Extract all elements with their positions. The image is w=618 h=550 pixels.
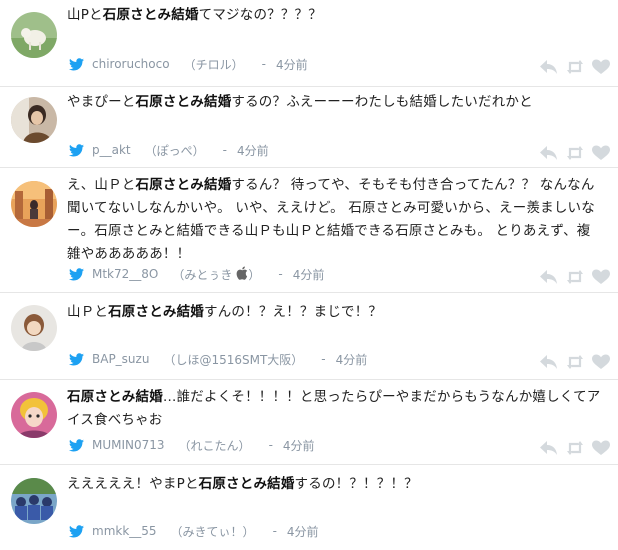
- tweet-text: やまぴーと石原さとみ結婚するの？ふえーーーわたしも結婚したいだれかと: [67, 94, 533, 110]
- meta-separator: -: [278, 267, 283, 281]
- tweet-item: 石原さとみ結婚…誰だよくそ！！！！と思ったらぴーやまだからもうなんか嬉しくてアイ…: [0, 380, 618, 465]
- tweet-text: 石原さとみ結婚…誰だよくそ！！！！と思ったらぴーやまだからもうなんか嬉しくてアイ…: [67, 389, 601, 428]
- highlight-keyword: 石原さとみ結婚: [198, 476, 295, 492]
- user-handle-link[interactable]: chiroruchoco: [92, 57, 170, 71]
- apple-icon: [237, 266, 248, 280]
- reply-icon[interactable]: [540, 354, 558, 370]
- timestamp-link[interactable]: 4分前: [287, 523, 319, 540]
- display-name: （みきてぃ！）: [170, 524, 255, 539]
- tweet-meta: p__akt （ぽっぺ） - 4分前: [67, 141, 269, 159]
- tweet-item: え、山Ｐと石原さとみ結婚するん？ 待ってや、そもそも付き合ってたん？？ なんなん…: [0, 168, 618, 293]
- display-name: （しほ@1516SMT大阪）: [163, 352, 304, 367]
- tweet-text: 山Ｐと石原さとみ結婚すんの！？え！？まじで！？: [67, 304, 383, 320]
- avatar[interactable]: [11, 97, 57, 143]
- highlight-keyword: 石原さとみ結婚: [67, 389, 163, 405]
- timestamp-link[interactable]: 4分前: [283, 437, 315, 454]
- retweet-icon[interactable]: [566, 354, 584, 370]
- highlight-keyword: 石原さとみ結婚: [102, 7, 199, 23]
- user-handle-link[interactable]: MUMIN0713: [92, 438, 165, 452]
- avatar[interactable]: [11, 478, 57, 524]
- tweet-item: 山Ｐと石原さとみ結婚すんの！？え！？まじで！？ BAP_suzu （しほ@151…: [0, 293, 618, 380]
- meta-separator: -: [272, 524, 277, 538]
- tweet-actions: [540, 353, 610, 371]
- meta-separator: -: [222, 143, 227, 157]
- heart-icon[interactable]: [592, 354, 610, 370]
- avatar[interactable]: [11, 392, 57, 438]
- avatar[interactable]: [11, 305, 57, 351]
- meta-separator: -: [268, 438, 273, 452]
- tweet-item: やまぴーと石原さとみ結婚するの？ふえーーーわたしも結婚したいだれかと p__ak…: [0, 87, 618, 168]
- display-name: （みとぅき）: [172, 266, 261, 282]
- tweet-actions: [540, 144, 610, 162]
- highlight-keyword: 石原さとみ結婚: [135, 177, 232, 193]
- twitter-bird-icon: [69, 438, 84, 451]
- display-name: （ぽっぺ）: [144, 143, 205, 158]
- tweet-meta: MUMIN0713 （れこたん） - 4分前: [67, 436, 315, 454]
- heart-icon[interactable]: [592, 269, 610, 285]
- reply-icon[interactable]: [540, 59, 558, 75]
- reply-icon[interactable]: [540, 145, 558, 161]
- user-handle-link[interactable]: Mtk72__8O: [92, 267, 158, 281]
- tweet-item: えええええ！やまPと石原さとみ結婚するの！？！？！？ mmkk__55 （みきて…: [0, 465, 618, 550]
- retweet-icon[interactable]: [566, 440, 584, 456]
- tweet-item: 山Pと石原さとみ結婚てマジなの？？？？ chiroruchoco （チロル） -…: [0, 0, 618, 87]
- avatar[interactable]: [11, 181, 57, 227]
- avatar[interactable]: [11, 12, 57, 58]
- tweet-text: えええええ！やまPと石原さとみ結婚するの！？！？！？: [67, 476, 418, 492]
- twitter-bird-icon: [69, 352, 84, 365]
- user-handle-link[interactable]: mmkk__55: [92, 524, 157, 538]
- twitter-bird-icon: [69, 524, 84, 537]
- tweet-actions: [540, 439, 610, 457]
- reply-icon[interactable]: [540, 440, 558, 456]
- tweet-actions: [540, 268, 610, 286]
- user-handle-link[interactable]: p__akt: [92, 143, 131, 157]
- retweet-icon[interactable]: [566, 145, 584, 161]
- meta-separator: -: [261, 57, 266, 71]
- tweet-text: 山Pと石原さとみ結婚てマジなの？？？？: [67, 7, 322, 23]
- twitter-bird-icon: [69, 57, 84, 70]
- tweet-actions: [540, 58, 610, 76]
- twitter-bird-icon: [69, 267, 84, 280]
- heart-icon[interactable]: [592, 59, 610, 75]
- highlight-keyword: 石原さとみ結婚: [108, 304, 205, 320]
- display-name: （チロル）: [183, 57, 244, 72]
- heart-icon[interactable]: [592, 440, 610, 456]
- tweet-meta: chiroruchoco （チロル） - 4分前: [67, 55, 308, 73]
- display-name: （れこたん）: [178, 438, 251, 453]
- timestamp-link[interactable]: 4分前: [276, 56, 308, 73]
- heart-icon[interactable]: [592, 145, 610, 161]
- tweet-meta: Mtk72__8O （みとぅき） - 4分前: [67, 265, 324, 283]
- user-handle-link[interactable]: BAP_suzu: [92, 352, 149, 366]
- timestamp-link[interactable]: 4分前: [237, 142, 269, 159]
- twitter-bird-icon: [69, 143, 84, 156]
- retweet-icon[interactable]: [566, 59, 584, 75]
- reply-icon[interactable]: [540, 269, 558, 285]
- timestamp-link[interactable]: 4分前: [336, 351, 368, 368]
- highlight-keyword: 石原さとみ結婚: [135, 94, 232, 110]
- meta-separator: -: [321, 352, 326, 366]
- tweet-feed: 山Pと石原さとみ結婚てマジなの？？？？ chiroruchoco （チロル） -…: [0, 0, 618, 550]
- retweet-icon[interactable]: [566, 269, 584, 285]
- tweet-meta: mmkk__55 （みきてぃ！） - 4分前: [67, 522, 319, 540]
- tweet-meta: BAP_suzu （しほ@1516SMT大阪） - 4分前: [67, 350, 367, 368]
- timestamp-link[interactable]: 4分前: [293, 266, 325, 283]
- tweet-text: え、山Ｐと石原さとみ結婚するん？ 待ってや、そもそも付き合ってたん？？ なんなん…: [67, 177, 595, 262]
